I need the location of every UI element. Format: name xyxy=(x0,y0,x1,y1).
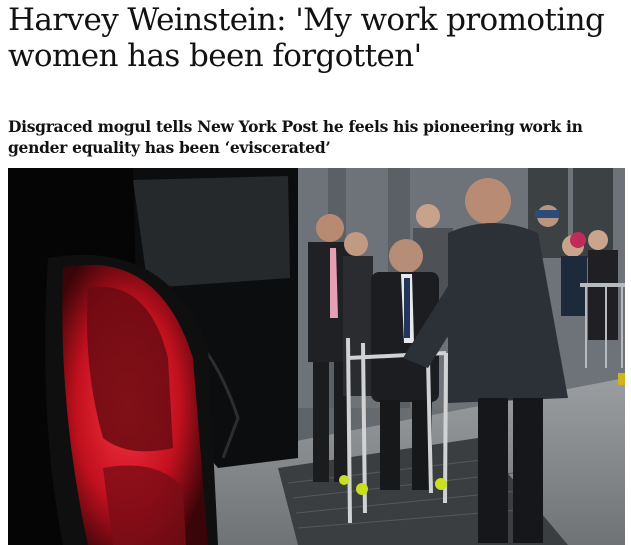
article-standfirst: Disgraced mogul tells New York Post he f… xyxy=(8,117,583,157)
article-headline: Harvey Weinstein: 'My work promoting wom… xyxy=(8,2,605,74)
article-photo xyxy=(8,168,625,545)
